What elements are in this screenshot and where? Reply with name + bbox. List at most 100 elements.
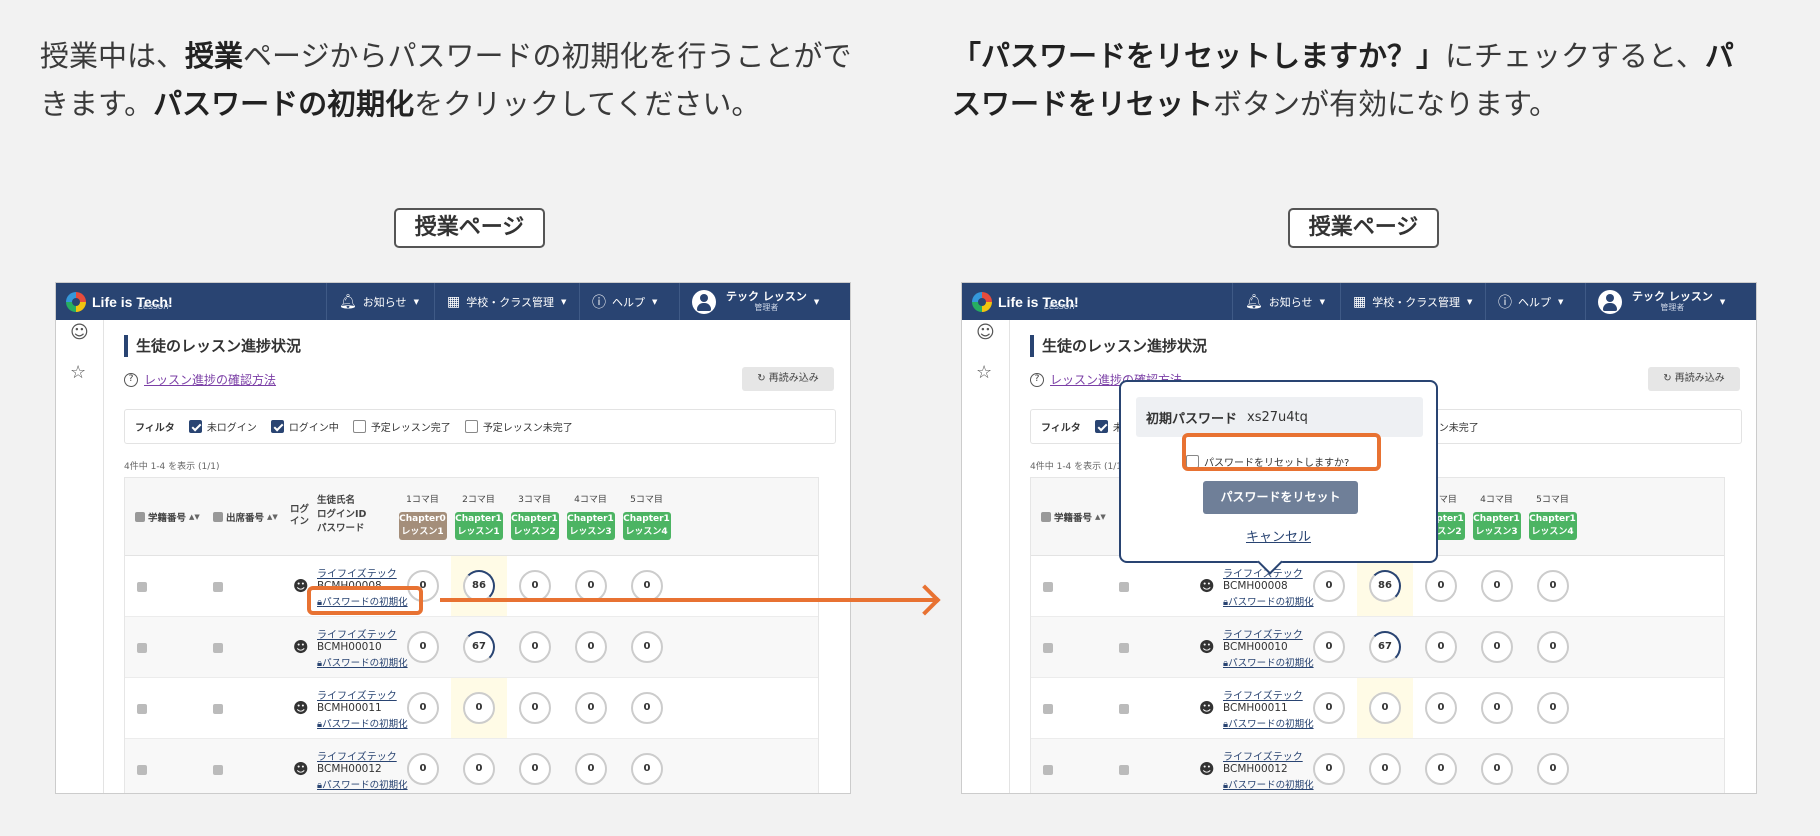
memo-icon[interactable] xyxy=(1119,704,1129,714)
progress-circle[interactable]: 0 xyxy=(575,631,607,663)
nav-user[interactable]: テック レッスン 管理者 ▼ xyxy=(679,283,850,320)
progress-circle[interactable]: 0 xyxy=(463,692,495,724)
reset-password-button[interactable]: パスワードをリセット xyxy=(1203,481,1358,514)
smile-icon[interactable]: ☺ xyxy=(70,322,89,343)
table-row: ☻ ライフイズテック BCMH00011 🔒︎パスワードの初期化 0 0 0 0 0 xyxy=(125,678,818,739)
student-name-link[interactable]: ライフイズテック xyxy=(317,565,397,580)
progress-circle[interactable]: 0 xyxy=(1537,692,1569,724)
progress-circle[interactable]: 0 xyxy=(519,753,551,785)
trophy-icon[interactable]: ☆ xyxy=(70,362,86,383)
memo-icon[interactable] xyxy=(213,704,223,714)
password-reset-link[interactable]: 🔒︎パスワードの初期化 xyxy=(317,777,408,791)
progress-circle[interactable]: 0 xyxy=(575,753,607,785)
progress-circle[interactable]: 0 xyxy=(519,692,551,724)
progress-circle[interactable]: 0 xyxy=(1481,631,1513,663)
progress-circle[interactable]: 0 xyxy=(631,692,663,724)
student-name-link[interactable]: ライフイズテック xyxy=(1223,687,1303,702)
progress-circle[interactable]: 0 xyxy=(631,631,663,663)
nav-school[interactable]: ▦ 学校・クラス管理 ▼ xyxy=(1340,283,1485,320)
filter-title: フィルタ xyxy=(1041,423,1081,434)
filter-option[interactable]: ログイン中 xyxy=(270,419,339,434)
password-reset-link[interactable]: 🔒︎パスワードの初期化 xyxy=(317,655,408,669)
student-name-link[interactable]: ライフイズテック xyxy=(317,687,397,702)
col-student[interactable]: 生徒氏名ログインIDパスワード xyxy=(317,494,366,536)
progress-circle[interactable]: 0 xyxy=(631,753,663,785)
progress-circle[interactable]: 0 xyxy=(1425,631,1457,663)
nav-user[interactable]: テック レッスン 管理者 ▼ xyxy=(1585,283,1756,320)
password-reset-link[interactable]: 🔒︎パスワードの初期化 xyxy=(317,716,408,730)
progress-circle[interactable]: 0 xyxy=(1481,753,1513,785)
filter-option[interactable]: 予定レッスン未完了 xyxy=(464,419,573,434)
memo-icon[interactable] xyxy=(137,643,147,653)
progress-circle[interactable]: 0 xyxy=(1313,692,1345,724)
progress-circle[interactable]: 0 xyxy=(1369,753,1401,785)
col-reg-number[interactable]: 学籍番号 ▲▼ xyxy=(135,510,200,524)
checkbox-icon[interactable] xyxy=(270,420,284,433)
nav-school[interactable]: ▦ 学校・クラス管理 ▼ xyxy=(434,283,579,320)
progress-circle[interactable]: 0 xyxy=(1369,692,1401,724)
memo-icon[interactable] xyxy=(1119,643,1129,653)
nav-help[interactable]: ⓘ ヘルプ ▼ xyxy=(579,283,679,320)
progress-circle[interactable]: 0 xyxy=(1481,570,1513,602)
student-name-link[interactable]: ライフイズテック xyxy=(317,626,397,641)
col-login[interactable]: ログイン xyxy=(290,504,309,528)
student-name-link[interactable]: ライフイズテック xyxy=(1223,748,1303,763)
memo-icon[interactable] xyxy=(1043,643,1053,653)
memo-icon[interactable] xyxy=(213,643,223,653)
progress-circle[interactable]: 86 xyxy=(1369,570,1401,602)
progress-circle[interactable]: 0 xyxy=(407,753,439,785)
password-reset-link[interactable]: 🔒︎パスワードの初期化 xyxy=(1223,594,1314,608)
checkbox-icon[interactable] xyxy=(1094,420,1108,433)
progress-circle[interactable]: 0 xyxy=(1537,570,1569,602)
memo-icon[interactable] xyxy=(137,765,147,775)
password-reset-link[interactable]: 🔒︎パスワードの初期化 xyxy=(1223,777,1314,791)
memo-icon[interactable] xyxy=(137,582,147,592)
nav-news[interactable]: 🔔︎ お知らせ ▼ xyxy=(1232,283,1340,320)
progress-circle[interactable]: 0 xyxy=(1313,631,1345,663)
memo-icon[interactable] xyxy=(213,765,223,775)
progress-circle[interactable]: 0 xyxy=(575,692,607,724)
memo-icon[interactable] xyxy=(1119,765,1129,775)
nav-help[interactable]: ⓘ ヘルプ ▼ xyxy=(1485,283,1585,320)
right-description: 「パスワードをリセットしますか？」にチェックすると、パスワードをリセットボタンが… xyxy=(952,39,1734,121)
checkbox-icon[interactable] xyxy=(352,420,366,433)
password-reset-link[interactable]: 🔒︎パスワードの初期化 xyxy=(1223,716,1314,730)
col-reg-number[interactable]: 学籍番号 ▲▼ xyxy=(1041,510,1106,524)
progress-circle[interactable]: 0 xyxy=(407,631,439,663)
trophy-icon[interactable]: ☆ xyxy=(976,362,992,383)
progress-circle[interactable]: 0 xyxy=(1537,753,1569,785)
progress-circle[interactable]: 0 xyxy=(463,753,495,785)
help-link[interactable]: レッスン進捗の確認方法 xyxy=(144,371,276,388)
id-card-icon xyxy=(135,512,145,522)
checkbox-icon[interactable] xyxy=(464,420,478,433)
memo-icon[interactable] xyxy=(1043,765,1053,775)
memo-icon[interactable] xyxy=(1043,704,1053,714)
progress-circle[interactable]: 0 xyxy=(1425,570,1457,602)
student-name-link[interactable]: ライフイズテック xyxy=(1223,626,1303,641)
progress-circle[interactable]: 0 xyxy=(1313,570,1345,602)
progress-circle[interactable]: 0 xyxy=(1481,692,1513,724)
smile-icon[interactable]: ☺ xyxy=(976,322,995,343)
reload-button[interactable]: ↻ 再読み込み xyxy=(1648,367,1740,391)
progress-circle[interactable]: 67 xyxy=(1369,631,1401,663)
password-reset-link[interactable]: 🔒︎パスワードの初期化 xyxy=(1223,655,1314,669)
progress-circle[interactable]: 0 xyxy=(1425,753,1457,785)
progress-circle[interactable]: 0 xyxy=(407,692,439,724)
memo-icon[interactable] xyxy=(1043,582,1053,592)
cancel-link[interactable]: キャンセル xyxy=(1121,526,1436,545)
progress-circle[interactable]: 0 xyxy=(519,631,551,663)
progress-circle[interactable]: 0 xyxy=(1425,692,1457,724)
col-att-number[interactable]: 出席番号▲▼ xyxy=(213,510,278,524)
reload-button[interactable]: ↻ 再読み込み xyxy=(742,367,834,391)
checkbox-icon[interactable] xyxy=(188,420,202,433)
filter-option[interactable]: 予定レッスン完了 xyxy=(352,419,451,434)
memo-icon[interactable] xyxy=(213,582,223,592)
progress-circle[interactable]: 0 xyxy=(1313,753,1345,785)
nav-news[interactable]: 🔔︎ お知らせ ▼ xyxy=(326,283,434,320)
student-name-link[interactable]: ライフイズテック xyxy=(317,748,397,763)
filter-option[interactable]: 未ログイン xyxy=(188,419,257,434)
memo-icon[interactable] xyxy=(137,704,147,714)
progress-circle[interactable]: 67 xyxy=(463,631,495,663)
progress-circle[interactable]: 0 xyxy=(1537,631,1569,663)
memo-icon[interactable] xyxy=(1119,582,1129,592)
